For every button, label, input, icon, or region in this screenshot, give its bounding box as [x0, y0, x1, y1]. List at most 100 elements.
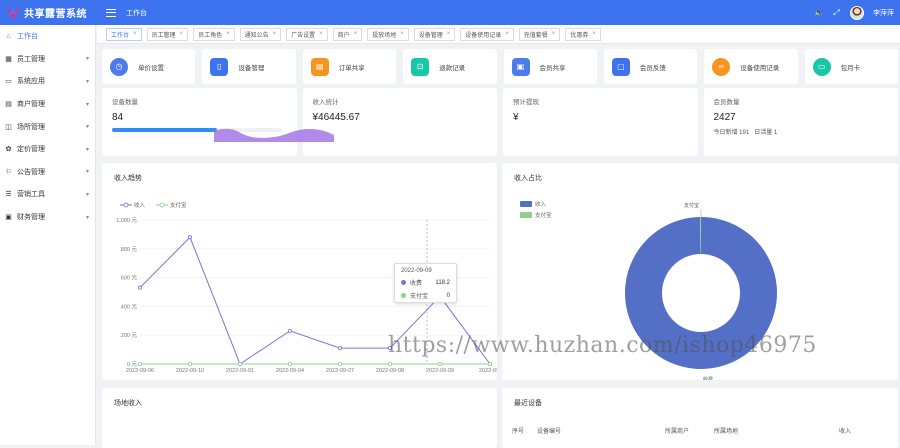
close-icon[interactable]: × [133, 31, 137, 37]
quick-label: 订单共享 [338, 64, 365, 72]
stat-label: 会员数量 [713, 99, 740, 106]
chevron-down-icon: ▾ [85, 214, 89, 221]
speaker-icon[interactable]: 🔈 [814, 8, 824, 17]
feedback-icon: ▢ [611, 57, 630, 76]
tab-dashboard[interactable]: 工作台 × [106, 27, 142, 41]
legend-label: 收入 [535, 200, 547, 208]
tab-coupon[interactable]: 优惠券 × [565, 27, 601, 41]
quick-label: 设备使用记录 [740, 64, 780, 72]
x-tick-label: 2022-09-04 [276, 368, 304, 374]
tooltip-row: 收费 118.2 [401, 278, 450, 287]
tooltip-value: 118.2 [435, 279, 450, 286]
sidebar-item-merchant[interactable]: ▤ 商户管理 ▾ [0, 93, 95, 116]
x-tick-label: 2022-09-07 [326, 368, 354, 374]
y-tick-label: 600 元 [121, 275, 138, 282]
legend-label: 收入 [134, 201, 146, 209]
panel-title: 最近设备 [514, 400, 542, 407]
data-point [287, 328, 292, 333]
tab-staff[interactable]: 员工管理 × [146, 27, 189, 41]
tab-label: 充值套餐 [523, 32, 548, 39]
stat-members: 会员数量 2427 今日新增 191 日活量 1 [703, 88, 898, 156]
quick-feedback[interactable]: ▢ 会员反馈 [603, 49, 698, 84]
tab-label: 设备管理 [418, 32, 443, 39]
quick-monthly[interactable]: ▭ 包月卡 [804, 49, 898, 84]
series-dot [401, 293, 406, 298]
top-bar: 共享露营系统 工作台 🔈 ⤢ 李萍萍 [0, 0, 900, 25]
slice-label: 支付宝 [684, 202, 699, 209]
tab-ad[interactable]: 广告设置 × [286, 27, 328, 41]
logo: 共享露营系统 [0, 5, 100, 20]
chevron-down-icon: ▾ [85, 101, 89, 108]
finance-icon: ▣ [5, 214, 12, 222]
quick-price[interactable]: ◷ 单价设置 [102, 49, 196, 84]
tab-recharge[interactable]: 充值套餐 × [518, 27, 561, 41]
sidebar-item-label: 系统应用 [17, 78, 45, 86]
tab-label: 设备使用记录 [465, 32, 502, 39]
member-icon: ▣ [511, 57, 530, 76]
sidebar-item-notice[interactable]: ⚐ 公告管理 ▾ [0, 161, 95, 184]
quick-order[interactable]: ▤ 订单共享 [302, 49, 397, 84]
sidebar-item-pricing[interactable]: ✿ 定价管理 ▾ [0, 138, 95, 161]
close-icon[interactable]: × [592, 31, 596, 37]
gear-icon: ✿ [5, 146, 12, 154]
y-tick-label: 1,000 元 [116, 217, 137, 224]
sidebar-item-marketing[interactable]: ☰ 营销工具 ▾ [0, 183, 95, 206]
column-header: 所属场地 [714, 429, 739, 435]
venue-income-panel: 场地收入 [102, 388, 497, 448]
tab-device[interactable]: 设备管理 × [413, 27, 456, 41]
close-icon[interactable]: × [552, 31, 556, 37]
close-icon[interactable]: × [505, 31, 509, 37]
username[interactable]: 李萍萍 [873, 8, 894, 18]
close-icon[interactable]: × [226, 31, 230, 37]
quick-label: 会员共享 [539, 64, 566, 72]
tab-venue[interactable]: 投放场地 × [367, 27, 409, 41]
y-tick-label: 200 元 [121, 332, 138, 339]
close-icon[interactable]: × [354, 31, 358, 37]
quick-device[interactable]: ▯ 设备管理 [202, 49, 296, 84]
card-icon: ▭ [812, 57, 831, 76]
tab-notice[interactable]: 通知公告 × [239, 27, 282, 41]
fullscreen-icon[interactable]: ⤢ [832, 8, 841, 17]
stat-value: 84 [112, 112, 124, 123]
tab-staff-role[interactable]: 员工角色 × [193, 27, 235, 41]
sidebar-item-system[interactable]: ▭ 系统应用 ▾ [0, 70, 95, 93]
y-tick-label: 0 元 [127, 361, 138, 368]
close-icon[interactable]: × [180, 31, 184, 37]
sidebar-item-dashboard[interactable]: ⌂ 工作台 [0, 25, 95, 48]
avatar[interactable] [850, 5, 864, 20]
sidebar-item-label: 场所管理 [17, 123, 45, 131]
data-point [237, 361, 242, 366]
tab-device-log[interactable]: 设备使用记录 × [460, 27, 514, 41]
tooltip-series: 收费 [410, 281, 423, 287]
chevron-down-icon: ▾ [85, 124, 89, 131]
legend-swatch [520, 201, 532, 207]
x-tick-label: 2022-09-01 [226, 368, 254, 374]
stat-sub: 今日新增 191 日活量 1 [714, 127, 889, 136]
tab-label: 员工角色 [198, 32, 223, 39]
quick-device-log[interactable]: ∞ 设备使用记录 [704, 49, 798, 84]
menu-toggle-icon[interactable] [106, 8, 116, 17]
clock-icon: ◷ [110, 57, 128, 76]
progress-fill [112, 128, 218, 132]
quick-member[interactable]: ▣ 会员共享 [503, 49, 597, 84]
recent-devices-panel: 最近设备 序号 设备编号 所属商户 所属场地 收入 [502, 388, 898, 448]
close-icon[interactable]: × [273, 31, 277, 37]
stat-income: 收入统计 ¥46445.67 [302, 88, 497, 156]
quick-label: 单价设置 [138, 64, 164, 72]
data-point [188, 235, 193, 240]
close-icon[interactable]: × [400, 31, 404, 37]
chevron-down-icon: ▾ [85, 146, 89, 153]
close-icon[interactable]: × [447, 31, 451, 37]
quick-refund[interactable]: ⊡ 退款记录 [403, 49, 497, 84]
tab-merchant[interactable]: 商户 × [332, 27, 363, 41]
stat-devices: 设备数量 84 [102, 88, 297, 156]
sidebar-item-staff[interactable]: ▦ 员工管理 ▾ [0, 48, 95, 71]
data-point [287, 361, 292, 366]
sidebar-item-venue[interactable]: ◫ 场所管理 ▾ [0, 115, 95, 138]
data-point [188, 361, 193, 366]
data-point [487, 361, 492, 366]
x-tick-label: 2022-09-06 [126, 368, 154, 374]
sidebar-item-finance[interactable]: ▣ 财务管理 ▾ [0, 206, 95, 229]
close-icon[interactable]: × [319, 31, 323, 37]
refund-icon: ⊡ [411, 57, 430, 76]
